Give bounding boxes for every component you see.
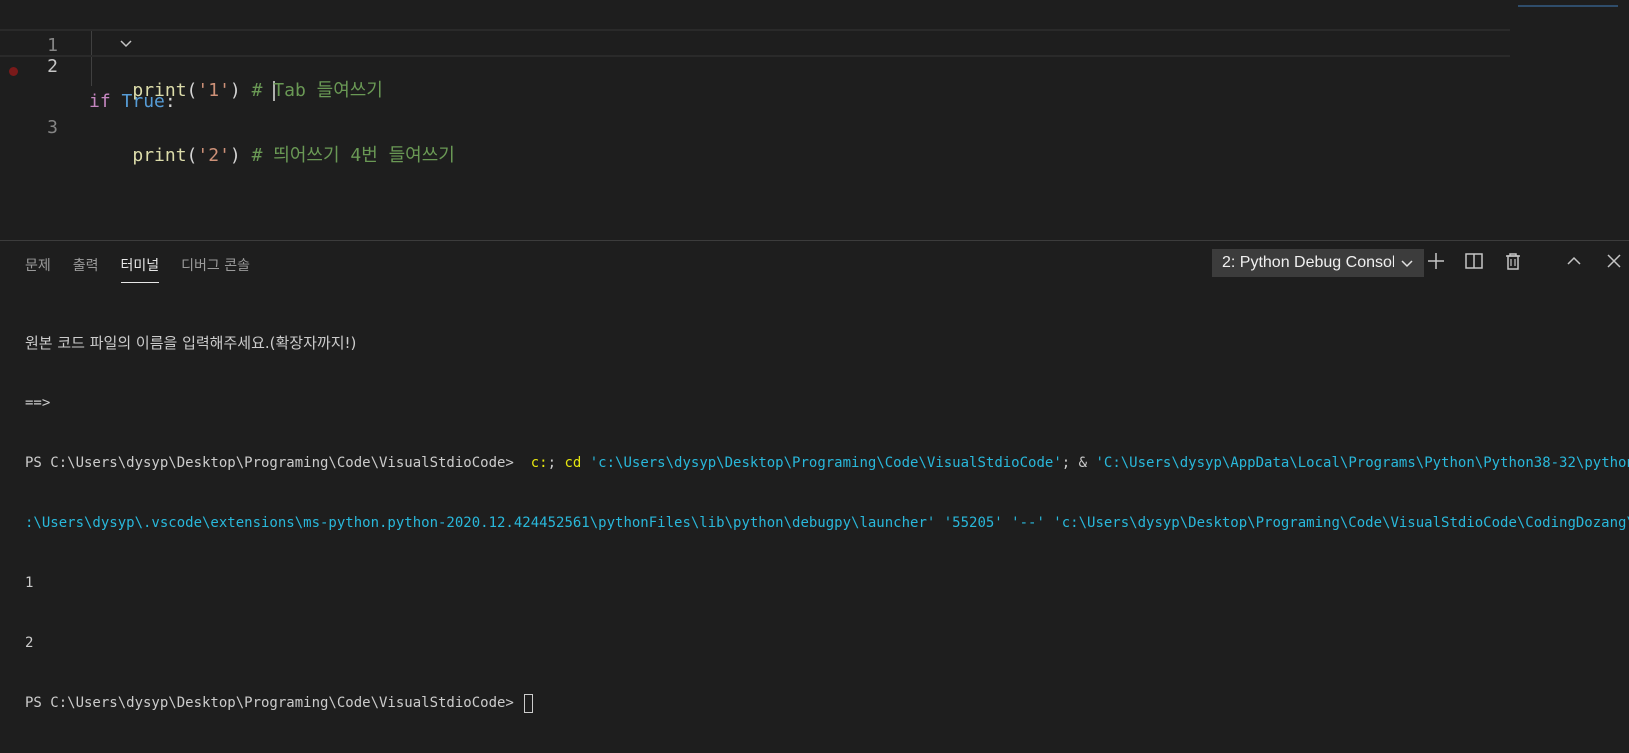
panel-tabs: 문제 출력 터미널 디버그 콘솔	[14, 249, 261, 283]
add-icon[interactable]	[1425, 250, 1447, 272]
code-line-1[interactable]: 1 if True:	[0, 4, 1510, 112]
chevron-down-icon	[1400, 256, 1414, 270]
terminal-cd-arg: 'c:\Users\dysyp\Desktop\Programing\Code\…	[581, 455, 1062, 471]
terminal-arrow: ==>	[25, 395, 51, 411]
tab-problems[interactable]: 문제	[14, 249, 62, 283]
comment-text: 띄어쓰기 4번 들여쓰기	[273, 145, 455, 166]
paren-open: (	[186, 145, 198, 166]
terminal-output[interactable]: 원본 코드 파일의 이름을 입력해주세요.(확장자까지!) ==> PS C:\…	[25, 293, 1629, 753]
tab-debug-console[interactable]: 디버그 콘솔	[170, 249, 261, 283]
terminal-ps-prompt: PS C:\Users\dysyp\Desktop\Programing\Cod…	[25, 455, 523, 471]
paren-close: )	[229, 145, 241, 166]
code-text: print('2') # 띄어쓰기 4번 들여쓰기	[89, 142, 455, 170]
code-editor[interactable]: 1 if True: 2 print('1') # Tab 들여쓰기 3 pri…	[0, 0, 1629, 240]
code-line-2[interactable]: 2 print('1') # Tab 들여쓰기	[0, 29, 1510, 101]
comment-hash: #	[251, 145, 274, 166]
code-line-3[interactable]: 3 print('2') # 띄어쓰기 4번 들여쓰기	[0, 58, 1510, 166]
terminal-output-line: 1	[25, 575, 34, 591]
terminal-ps-prompt: PS C:\Users\dysyp\Desktop\Programing\Cod…	[25, 695, 523, 711]
terminal-command-line: PS C:\Users\dysyp\Desktop\Programing\Cod…	[25, 453, 1629, 473]
terminal-python-exe: 'C:\Users\dysyp\AppData\Local\Programs\P…	[1095, 455, 1629, 471]
string-literal: '2'	[197, 145, 230, 166]
terminal-output-line: 2	[25, 635, 34, 651]
trash-icon[interactable]	[1502, 250, 1524, 272]
terminal-command-continuation: :\Users\dysyp\.vscode\extensions\ms-pyth…	[25, 515, 1629, 531]
bottom-panel: 문제 출력 터미널 디버그 콘솔 2: Python Debug Console…	[0, 240, 1629, 713]
terminal-select-value: 2: Python Debug Console	[1222, 254, 1394, 271]
breakpoint-icon[interactable]	[9, 67, 18, 76]
terminal-cmd-cd: cd	[564, 455, 582, 471]
terminal-cmd-drive: c:	[522, 455, 548, 471]
tab-output[interactable]: 출력	[62, 249, 110, 283]
terminal-separator: ;	[547, 455, 565, 471]
split-icon[interactable]	[1463, 250, 1485, 272]
maximize-icon[interactable]	[1563, 250, 1585, 272]
terminal-select[interactable]: 2: Python Debug Console	[1212, 249, 1424, 277]
terminal-cursor	[524, 693, 534, 713]
close-icon[interactable]	[1603, 250, 1625, 272]
terminal-current-prompt[interactable]: PS C:\Users\dysyp\Desktop\Programing\Cod…	[25, 693, 1629, 713]
minimap[interactable]	[1518, 5, 1618, 7]
terminal-separator: ; &	[1061, 455, 1096, 471]
tab-terminal[interactable]: 터미널	[110, 249, 171, 283]
terminal-prompt-message: 원본 코드 파일의 이름을 입력해주세요.(확장자까지!)	[25, 334, 357, 352]
line-number: 3	[47, 117, 58, 138]
function-name: print	[132, 145, 187, 166]
